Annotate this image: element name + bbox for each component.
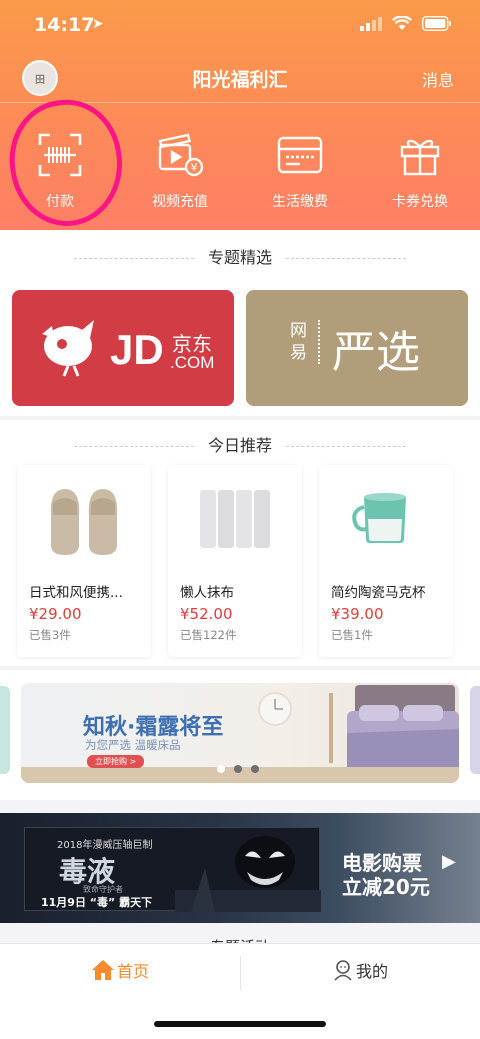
quick-action-label: 生活缴费 [272,194,328,210]
cloth-rolls-image [168,465,302,573]
movie-ticket-banner[interactable]: 2018年漫威压轴巨制 毒液 致命守护者 11月9日 “毒” 霸天下 电影购票 … [0,813,480,923]
featured-title-text: 专题精选 [207,248,272,267]
bed-image [329,685,459,767]
promo-line-2: 立减20元 [342,875,430,899]
recommend-title: 今日推荐 [0,432,480,456]
title-dash [286,446,406,447]
status-bar: 14:17 ➤ [0,10,480,42]
product-name: 懒人抹布 [180,585,234,601]
carousel-dots [217,765,259,773]
status-icons [360,16,452,31]
mug-image [319,465,453,573]
svg-text:¥: ¥ [191,161,198,174]
next-banner-peek[interactable] [470,686,480,774]
gift-icon [393,128,447,182]
jd-logo: JD [110,326,164,373]
autumn-bedding-banner[interactable]: 知秋·霜露将至 为您严选 温暖床品 立即抢购 > [21,683,459,783]
nav-bar: 田 阳光福利汇 消息 [0,56,480,100]
venom-face-image [175,836,321,912]
movie-poster: 2018年漫威压轴巨制 毒液 致命守护者 11月9日 “毒” 霸天下 [24,827,321,912]
quick-action-label: 卡券兑换 [392,194,448,210]
yanxuan-card[interactable]: 网易 严选 [246,290,468,406]
quick-action-video[interactable]: ¥ 视频充值 [120,122,240,222]
title-dash [73,258,194,259]
messages-link[interactable]: 消息 [422,67,454,91]
movie-date-line: 11月9日 “毒” 霸天下 [41,896,153,909]
carousel-dot-active[interactable] [217,765,225,773]
banner-subline: 为您严选 温暖床品 [85,738,181,752]
yanxuan-logo: 严选 [332,327,420,378]
title-dash [73,446,194,447]
bank-card-icon [273,128,327,182]
tab-home[interactable]: 首页 [0,958,240,982]
clock-icon [258,692,292,726]
jd-card[interactable]: JD 京东 .COM [12,290,234,406]
location-arrow-icon: ➤ [92,16,104,32]
page-title: 阳光福利汇 [192,69,288,91]
product-card[interactable]: 懒人抹布 ¥52.00 已售122件 [168,465,302,657]
product-price: ¥29.00 [29,605,82,623]
product-card[interactable]: 日式和风便携... ¥29.00 已售3件 [17,465,151,657]
battery-icon [422,16,451,31]
yanxuan-divider [318,320,320,364]
product-price: ¥52.00 [180,605,233,623]
product-sold: 已售1件 [331,628,373,642]
slippers-image [17,465,151,573]
status-time: 14:17 [34,14,95,36]
tab-mine-label: 我的 [355,962,388,981]
product-name: 日式和风便携... [29,585,123,601]
play-arrow-icon: ▶ [442,851,456,872]
product-card[interactable]: 简约陶瓷马克杯 ¥39.00 已售1件 [319,465,453,657]
featured-title: 专题精选 [0,244,480,268]
recommend-title-text: 今日推荐 [207,436,272,455]
title-dash [286,258,406,259]
movie-year-line: 2018年漫威压轴巨制 [57,840,153,851]
wifi-icon [392,16,412,30]
home-icon [91,960,114,980]
product-sold: 已售122件 [180,628,237,642]
product-sold: 已售3件 [29,628,71,642]
video-clapper-icon: ¥ [153,128,207,182]
tab-mine[interactable]: 我的 [240,958,480,982]
quick-action-label: 视频充值 [152,194,208,210]
signal-icon [360,16,382,31]
home-indicator[interactable] [154,1021,326,1027]
banner-cta: 立即抢购 > [87,755,145,768]
netease-label: 网易 [290,321,307,363]
quick-action-bills[interactable]: 生活缴费 [240,122,360,222]
product-name: 简约陶瓷马克杯 [331,585,426,601]
user-icon [334,960,352,981]
carousel-dot[interactable] [251,765,259,773]
quick-action-coupon[interactable]: 卡券兑换 [360,122,480,222]
product-price: ¥39.00 [331,605,384,623]
tab-home-label: 首页 [116,962,149,981]
carousel-dot[interactable] [234,765,242,773]
prev-banner-peek[interactable] [0,686,10,774]
jd-com-label: .COM [170,353,215,372]
